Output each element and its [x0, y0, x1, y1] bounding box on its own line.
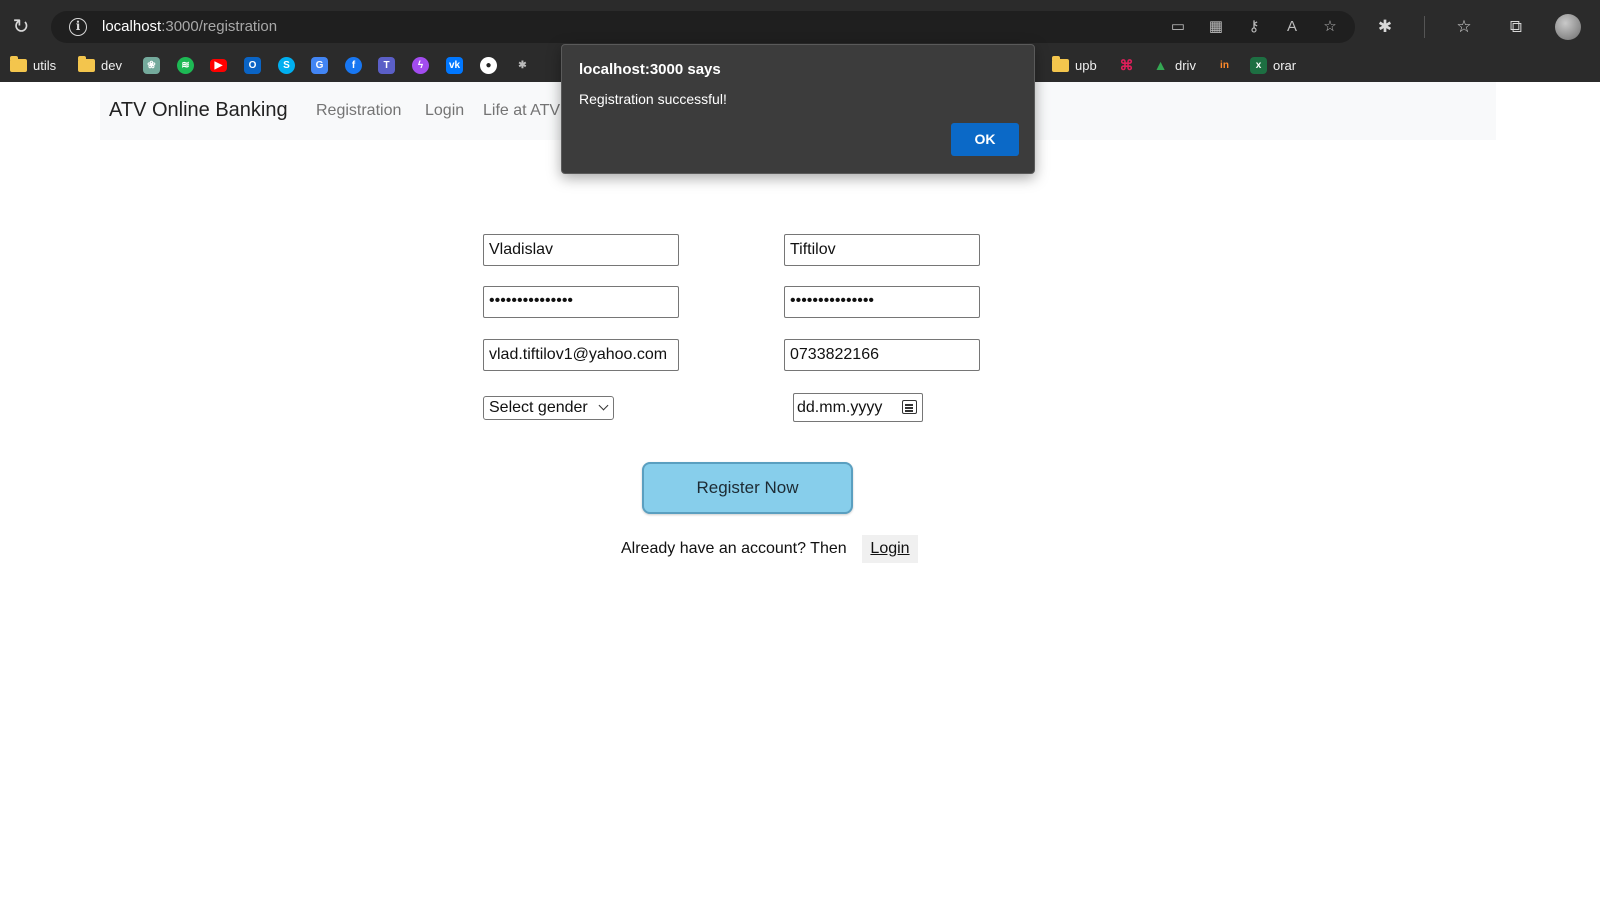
folder-icon	[10, 55, 27, 72]
birthdate-input[interactable]: dd.mm.yyyy	[793, 393, 923, 422]
bookmark-teams[interactable]: T	[378, 54, 395, 76]
alert-title: localhost:3000 says	[579, 61, 721, 78]
bookmark-translate[interactable]: G	[311, 54, 328, 76]
bookmark-label: orar	[1273, 57, 1297, 73]
chatgpt-icon: ❀	[143, 56, 160, 74]
bookmark-label: upb	[1075, 57, 1097, 73]
messenger-icon: ϟ	[412, 56, 429, 74]
register-now-button[interactable]: Register Now	[642, 462, 853, 514]
bookmark-label: utils	[33, 57, 57, 73]
url-text[interactable]: localhost:3000/registration	[102, 18, 277, 35]
profile-avatar[interactable]	[1555, 14, 1581, 40]
confirm-password-input[interactable]: •••••••••••••••	[784, 286, 980, 318]
first-name-input[interactable]: Vladislav	[483, 234, 679, 266]
gender-select-value: Select gender	[489, 399, 588, 416]
add-favorite-icon[interactable]: ☆	[1319, 16, 1341, 38]
bookmark-drive[interactable]: ▲ driv	[1152, 54, 1196, 76]
address-bar-actions: ▭ ▦ ⚷ A ☆	[1167, 16, 1341, 38]
facebook-icon: f	[345, 56, 362, 74]
alert-dialog: localhost:3000 says Registration success…	[561, 44, 1035, 174]
url-host: localhost	[102, 18, 162, 35]
last-name-input[interactable]: Tiftilov	[784, 234, 980, 266]
apps-grid-icon[interactable]: ▦	[1205, 16, 1227, 38]
bookmark-orar[interactable]: x orar	[1250, 54, 1296, 76]
bookmark-folder-utils[interactable]: utils	[10, 54, 56, 76]
bookmark-folder-upb[interactable]: upb	[1052, 54, 1097, 76]
toolbar-separator	[1424, 16, 1425, 38]
already-have-account-text: Already have an account? Then	[621, 540, 847, 557]
bookmark-youtube[interactable]: ▶	[210, 54, 227, 76]
alert-ok-button[interactable]: OK	[951, 123, 1019, 156]
chevron-down-icon	[598, 400, 609, 411]
spotify-icon: ≋	[177, 56, 194, 74]
folder-icon	[1052, 55, 1069, 72]
youtube-icon: ▶	[210, 58, 227, 72]
phone-input[interactable]: 0733822166	[784, 339, 980, 371]
bookmark-slack[interactable]: ⌘	[1118, 54, 1135, 76]
bookmark-chatgpt[interactable]: ❀	[143, 54, 160, 76]
app-available-icon[interactable]: ▭	[1167, 16, 1189, 38]
excel-icon: x	[1250, 56, 1267, 74]
bookmark-folder-dev[interactable]: dev	[78, 54, 122, 76]
bookmark-vk[interactable]: vk	[446, 54, 463, 76]
reload-icon[interactable]: ↻	[10, 16, 32, 38]
address-bar[interactable]: i localhost:3000/registration ▭ ▦ ⚷ A ☆	[51, 11, 1355, 43]
bookmark-outlook[interactable]: O	[244, 54, 261, 76]
login-button[interactable]: Login	[862, 535, 918, 563]
key-icon[interactable]: ⚷	[1243, 16, 1265, 38]
vk-icon: vk	[446, 56, 463, 74]
nav-link-life-at-atv[interactable]: Life at ATV	[483, 102, 560, 120]
browser-actions: ✱ ☆ ⧉ …	[1372, 14, 1600, 40]
favorites-icon[interactable]: ☆	[1451, 14, 1477, 40]
translate-icon: G	[311, 56, 328, 74]
bookmark-facebook[interactable]: f	[345, 54, 362, 76]
password-input[interactable]: •••••••••••••••	[483, 286, 679, 318]
read-aloud-icon[interactable]: A	[1281, 16, 1303, 38]
github-icon: ●	[480, 56, 497, 74]
folder-icon	[78, 55, 95, 72]
calendar-icon[interactable]	[902, 400, 917, 414]
bookmark-messenger[interactable]: ϟ	[412, 54, 429, 76]
bookmark-skype[interactable]: S	[278, 54, 295, 76]
date-placeholder: dd.mm.yyyy	[797, 399, 883, 416]
site-info-icon[interactable]: i	[69, 18, 87, 36]
bookmark-label: dev	[101, 57, 122, 73]
bookmark-extension[interactable]: ✱	[514, 54, 531, 76]
brand-title[interactable]: ATV Online Banking	[109, 99, 288, 122]
nav-link-registration[interactable]: Registration	[316, 102, 401, 120]
gender-select[interactable]: Select gender	[483, 396, 614, 420]
slack-icon: ⌘	[1119, 56, 1134, 73]
outlook-icon: O	[244, 56, 261, 74]
bookmark-github[interactable]: ●	[480, 54, 497, 76]
alert-message: Registration successful!	[579, 91, 727, 107]
teams-icon: T	[378, 56, 395, 74]
url-path: :3000/registration	[161, 18, 278, 35]
bookmark-spotify[interactable]: ≋	[177, 54, 194, 76]
puzzle-icon: ✱	[518, 59, 527, 71]
bookmark-invision[interactable]: in	[1216, 54, 1233, 76]
drive-icon: ▲	[1153, 56, 1168, 73]
bookmark-label: driv	[1175, 57, 1196, 73]
nav-link-login[interactable]: Login	[425, 102, 464, 120]
extensions-icon[interactable]: ✱	[1372, 14, 1398, 40]
invision-icon: in	[1220, 59, 1229, 71]
skype-icon: S	[278, 56, 295, 74]
email-input[interactable]: vlad.tiftilov1@yahoo.com	[483, 339, 679, 371]
collections-icon[interactable]: ⧉	[1503, 14, 1529, 40]
